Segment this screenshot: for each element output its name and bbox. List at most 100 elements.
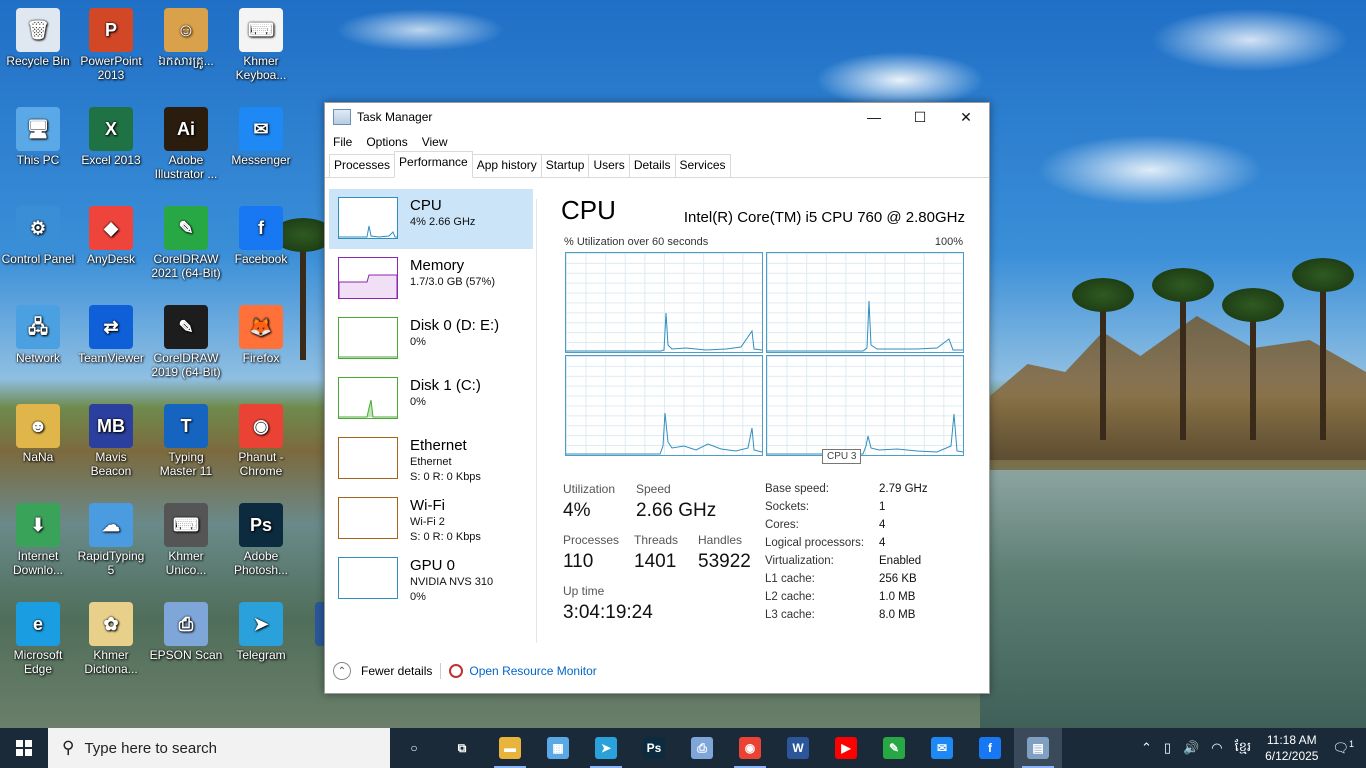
desktop-icon-telegram[interactable]: ➤ Telegram <box>224 602 298 662</box>
desktop-icon-nana[interactable]: ☻ NaNa <box>1 404 75 464</box>
device-icon[interactable]: ▯ <box>1164 740 1171 756</box>
thispc-icon: 🖥 <box>16 107 60 151</box>
youtube-icon: ▶ <box>835 737 857 759</box>
taskbar-taskview[interactable]: ⧉ <box>438 728 486 768</box>
desktop-icon-thispc[interactable]: 🖥 This PC <box>1 107 75 167</box>
stat-label: Utilization <box>563 482 616 496</box>
desktop-icon-chrome-phanut[interactable]: ◉ Phanut - Chrome <box>224 404 298 478</box>
sidebar-item-name: GPU 0 <box>410 557 456 574</box>
core-graph-3[interactable] <box>766 355 964 456</box>
taskbar-cortana[interactable]: ○ <box>390 728 438 768</box>
menu-view[interactable]: View <box>422 135 448 149</box>
desktop-icon-label: Excel 2013 <box>81 153 141 167</box>
chevron-up-icon[interactable]: ⌃ <box>1141 740 1152 756</box>
desktop-icon-coreldraw19[interactable]: ✎ CorelDRAW 2019 (64-Bit) <box>149 305 223 379</box>
taskbar-youtube[interactable]: ▶ <box>822 728 870 768</box>
desktop-icon-edge[interactable]: e Microsoft Edge <box>1 602 75 676</box>
desktop-icon-network[interactable]: 🖧 Network <box>1 305 75 365</box>
core-graph-line <box>566 412 762 455</box>
tab-details[interactable]: Details <box>628 154 676 177</box>
telegram-icon: ➤ <box>239 602 283 646</box>
taskbar-control[interactable]: ▦ <box>534 728 582 768</box>
tab-performance[interactable]: Performance <box>394 151 473 178</box>
menu-file[interactable]: File <box>333 135 352 149</box>
desktop-icon-typingmaster[interactable]: T Typing Master 11 <box>149 404 223 478</box>
tab-users[interactable]: Users <box>588 154 630 177</box>
desktop-icon-label: CorelDRAW 2019 (64-Bit) <box>151 351 221 379</box>
open-resource-monitor-link[interactable]: Open Resource Monitor <box>469 664 596 678</box>
taskbar-telegram[interactable]: ➤ <box>582 728 630 768</box>
title-bar[interactable]: Task Manager — ☐ ✕ <box>325 103 989 131</box>
desktop-icon-illustrator[interactable]: Ai Adobe Illustrator ... <box>149 107 223 181</box>
desktop-icon-excel[interactable]: X Excel 2013 <box>74 107 148 167</box>
taskbar-chrome[interactable]: ◉ <box>726 728 774 768</box>
input-language-icon[interactable]: ខ្មែរ <box>1235 739 1252 758</box>
desktop-icon-label: This PC <box>16 153 60 167</box>
core-graph-1[interactable] <box>766 252 964 353</box>
desktop-icon-facebook[interactable]: f Facebook <box>224 206 298 266</box>
fewer-details-link[interactable]: Fewer details <box>361 664 432 678</box>
tab-app-history[interactable]: App history <box>471 154 542 177</box>
desktop-icon-ppt[interactable]: P PowerPoint 2013 <box>74 8 148 82</box>
taskbar-photoshop[interactable]: Ps <box>630 728 678 768</box>
sidebar-item-cpu[interactable]: CPU 4% 2.66 GHz <box>329 189 533 249</box>
notification-center-icon[interactable]: 🗨1 <box>1332 739 1354 756</box>
desktop-icon-mavis[interactable]: MB Mavis Beacon <box>74 404 148 478</box>
sidebar-item-disk-0-d-e[interactable]: Disk 0 (D: E:) 0% <box>329 309 533 369</box>
desktop-icon-control[interactable]: ⚙ Control Panel <box>1 206 75 266</box>
tab-processes[interactable]: Processes <box>329 154 396 177</box>
taskbar-search-box[interactable]: ⚲ Type here to search <box>48 728 390 768</box>
menu-options[interactable]: Options <box>366 135 407 149</box>
stat-value: 4% <box>563 500 591 521</box>
desktop-icon-recycle[interactable]: 🗑 Recycle Bin <box>1 8 75 68</box>
sidebar-item-disk-1-c[interactable]: Disk 1 (C:) 0% <box>329 369 533 429</box>
desktop-icon-idm[interactable]: ⬇ Internet Downlo... <box>1 503 75 577</box>
core-graph-2[interactable] <box>565 355 763 456</box>
firefox-icon: 🦊 <box>239 305 283 349</box>
start-button[interactable] <box>0 728 48 768</box>
taskbar-epson[interactable]: ⎙ <box>678 728 726 768</box>
close-button[interactable]: ✕ <box>943 103 989 131</box>
stat-threads: Threads 1401 <box>634 533 678 573</box>
taskbar-taskmgr[interactable]: ▤ <box>1014 728 1062 768</box>
taskbar-facebook[interactable]: f <box>966 728 1014 768</box>
desktop-icon-khmer-unicode[interactable]: ⌨ Khmer Unico... <box>149 503 223 577</box>
desktop-icon-khmer-keyboard[interactable]: ⌨ Khmer Keyboa... <box>224 8 298 82</box>
edge-icon: e <box>16 602 60 646</box>
core-graph-0[interactable] <box>565 252 763 353</box>
minimize-button[interactable]: — <box>851 103 897 131</box>
tab-services[interactable]: Services <box>674 154 731 177</box>
clock[interactable]: 11:18 AM 6/12/2025 <box>1265 732 1318 764</box>
desktop-icon-khmer-photo[interactable]: ☺ ឯកសារគ្រូ... <box>149 8 223 68</box>
desktop-icon-teamviewer[interactable]: ⇄ TeamViewer <box>74 305 148 365</box>
cpu-core-graphs: CPU 3 <box>565 252 965 464</box>
desktop-icon-messenger[interactable]: ✉ Messenger <box>224 107 298 167</box>
taskbar-corel[interactable]: ✎ <box>870 728 918 768</box>
desktop-icon-epson[interactable]: ⎙ EPSON Scan <box>149 602 223 662</box>
sidebar-item-wi-fi[interactable]: Wi-Fi Wi-Fi 2 S: 0 R: 0 Kbps <box>329 489 533 549</box>
tab-startup[interactable]: Startup <box>540 154 590 177</box>
desktop-icon-label: Firefox <box>242 351 280 365</box>
maximize-button[interactable]: ☐ <box>897 103 943 131</box>
taskbar-word[interactable]: W <box>774 728 822 768</box>
sidebar-item-gpu-0[interactable]: GPU 0 NVIDIA NVS 310 0% <box>329 549 533 609</box>
desktop-icon-photoshop[interactable]: Ps Adobe Photosh... <box>224 503 298 577</box>
volume-icon[interactable]: 🔊 <box>1183 740 1199 756</box>
desktop-icon-coreldraw21[interactable]: ✎ CorelDRAW 2021 (64-Bit) <box>149 206 223 280</box>
desktop-icon-label: Khmer Unico... <box>165 549 207 577</box>
sidebar-item-memory[interactable]: Memory 1.7/3.0 GB (57%) <box>329 249 533 309</box>
wifi-icon[interactable]: ◠ <box>1211 740 1222 756</box>
desktop-icon-anydesk[interactable]: ◆ AnyDesk <box>74 206 148 266</box>
desktop-icon-khmer-dict[interactable]: ✿ Khmer Dictiona... <box>74 602 148 676</box>
recycle-icon: 🗑 <box>16 8 60 52</box>
sidebar-item-ethernet[interactable]: Ethernet Ethernet S: 0 R: 0 Kbps <box>329 429 533 489</box>
anydesk-icon: ◆ <box>89 206 133 250</box>
taskbar-explorer[interactable]: ▬ <box>486 728 534 768</box>
desktop-icon-rapidtyping[interactable]: ☁ RapidTyping 5 <box>74 503 148 577</box>
desktop-icon-firefox[interactable]: 🦊 Firefox <box>224 305 298 365</box>
chevron-up-icon[interactable]: ⌃ <box>333 662 351 680</box>
taskbar-messenger[interactable]: ✉ <box>918 728 966 768</box>
desktop-icon-label: Adobe Photosh... <box>233 549 289 577</box>
resource-monitor-icon <box>449 664 464 678</box>
messenger-icon: ✉ <box>931 737 953 759</box>
